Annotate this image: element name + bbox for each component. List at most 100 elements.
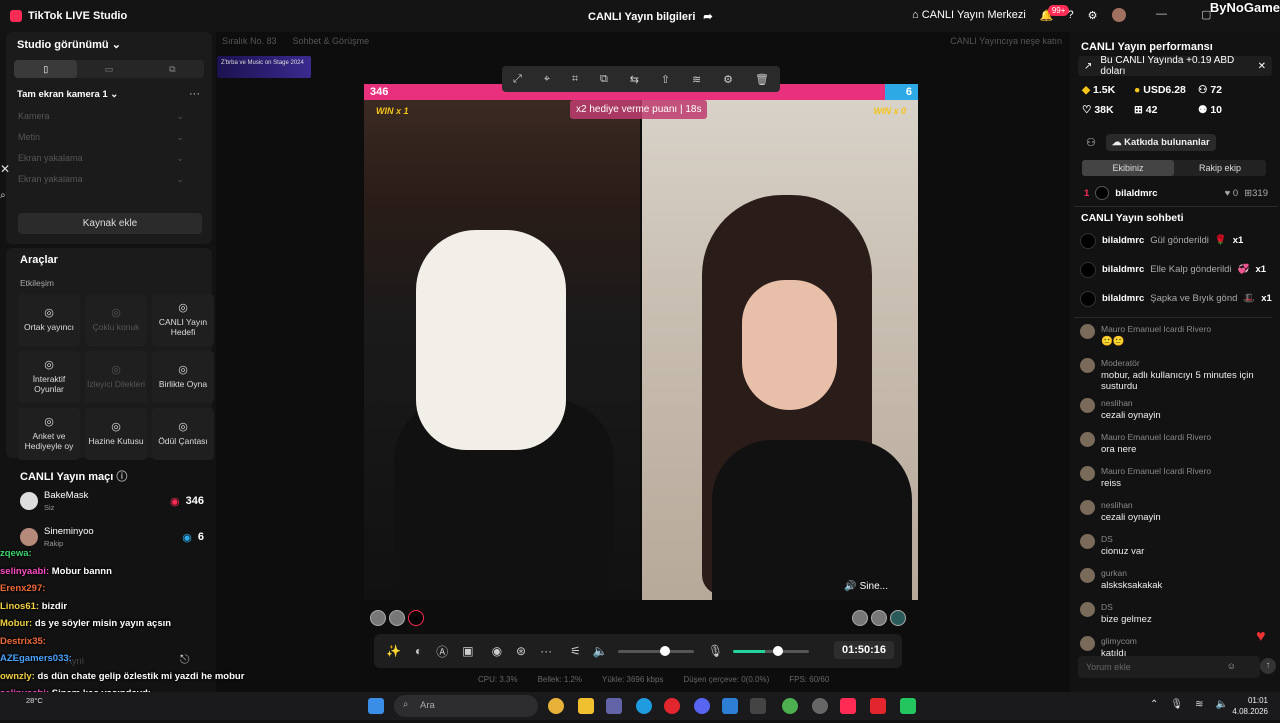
tool-treasure[interactable]: ◎Hazine Kutusu	[85, 408, 147, 460]
landscape-icon[interactable]: ▭	[77, 60, 140, 78]
teams-icon[interactable]	[606, 698, 622, 714]
tool-users[interactable]: ◎Çoklu konuk	[85, 294, 147, 346]
source-item[interactable]: Ekran yakalama⌄	[6, 169, 196, 190]
trash-icon[interactable]: 🗑	[755, 73, 769, 86]
mic-icon[interactable]: 🎙	[1170, 699, 1183, 710]
avatar[interactable]	[1112, 8, 1126, 22]
contributor-row[interactable]: 1 bilaldmrc ♥ 0 ⊞319	[1084, 186, 1268, 200]
volume-slider[interactable]	[618, 650, 694, 653]
more-icon[interactable]: ···	[189, 88, 200, 100]
tool-gift[interactable]: ◎İzleyici Dilekleri	[85, 351, 147, 403]
chat-user[interactable]: neslihan	[1101, 500, 1161, 510]
multi-icon[interactable]: ⧉	[141, 60, 204, 78]
avatar[interactable]	[408, 610, 424, 626]
copy-icon[interactable]: ⧉	[600, 73, 608, 86]
folder-icon[interactable]	[578, 698, 594, 714]
avatar[interactable]	[890, 610, 906, 626]
bell-icon[interactable]: 🔔99+	[1040, 9, 1054, 22]
system-tray[interactable]: ⌃ 🎙 ≋ 🔈	[1150, 699, 1228, 710]
chrome-icon[interactable]	[782, 698, 798, 714]
youtube-icon[interactable]	[870, 698, 886, 714]
chat-user[interactable]: neslihan	[1101, 398, 1161, 408]
beauty-icon[interactable]: ◐	[415, 644, 422, 658]
chevron-up-icon[interactable]: ⌃	[1150, 699, 1158, 710]
screen-icon[interactable]: ▣	[462, 644, 473, 658]
speaker-icon[interactable]: 🔈	[593, 644, 608, 658]
mic-knob[interactable]	[773, 646, 783, 656]
mic-slider[interactable]	[733, 650, 809, 653]
weather-widget[interactable]: 28°C	[26, 696, 43, 705]
tab-rival-team[interactable]: Rakip ekip	[1174, 160, 1266, 176]
live-info-button[interactable]: CANLI Yayın bilgileri ➦	[588, 10, 713, 23]
tiktok-icon[interactable]	[840, 698, 856, 714]
close-icon[interactable]: ✕	[0, 162, 10, 176]
orientation-toggle[interactable]: ▯ ▭ ⧉	[14, 60, 204, 78]
add-source-button[interactable]: Kaynak ekle	[18, 213, 202, 234]
layers-icon[interactable]: ≋	[692, 73, 701, 86]
effects-icon[interactable]: ✨	[386, 644, 401, 658]
send-icon[interactable]: ↑	[1260, 658, 1276, 674]
clock[interactable]: 01:014.08.2026	[1232, 695, 1268, 717]
tool-link[interactable]: ◎Ortak yayıncı	[18, 294, 80, 346]
contributors-button[interactable]: ☁ Katkıda bulunanlar	[1106, 134, 1216, 151]
discord-icon[interactable]	[694, 698, 710, 714]
mixer-icon[interactable]: ⚟	[570, 644, 581, 658]
source-item[interactable]: Metin⌄	[6, 127, 196, 148]
chat-user[interactable]: DS	[1101, 602, 1152, 612]
avatar[interactable]	[852, 610, 868, 626]
center-icon[interactable]: ⌖	[544, 73, 550, 86]
app-icon[interactable]	[812, 698, 828, 714]
more-icon[interactable]: ···	[540, 644, 552, 658]
tab-our-team[interactable]: Ekibiniz	[1082, 160, 1174, 176]
chat-user[interactable]: Mauro Emanuel Icardi Rivero	[1101, 324, 1211, 334]
avatar[interactable]	[871, 610, 887, 626]
volume-icon[interactable]: 🔈	[1215, 699, 1227, 710]
scene-dropdown[interactable]: Tam ekran kamera 1 ⌄	[17, 89, 118, 100]
portrait-icon[interactable]: ▯	[14, 60, 77, 78]
live-center-button[interactable]: ⌂ CANLI Yayın Merkezi	[912, 9, 1026, 21]
studio-view-dropdown[interactable]: Studio görünümü ⌄	[17, 38, 121, 51]
tool-target[interactable]: ◎CANLI Yayın Hedefi	[152, 294, 214, 346]
layer-up-icon[interactable]: ⇧	[661, 73, 670, 86]
source-item[interactable]: Kamera⌄	[6, 106, 196, 127]
chat-user[interactable]: Mauro Emanuel Icardi Rivero	[1101, 466, 1211, 476]
search-icon[interactable]: ⌕	[0, 190, 6, 201]
source-item[interactable]: Ekran yakalama⌄	[6, 148, 196, 169]
store-icon[interactable]	[750, 698, 766, 714]
chat-user[interactable]: Mauro Emanuel Icardi Rivero	[1101, 432, 1211, 442]
tool-gamepad[interactable]: ◎İnteraktif Oyunlar	[18, 351, 80, 403]
settings-icon[interactable]: ⚙	[1088, 9, 1098, 22]
info-icon[interactable]: ⓘ	[116, 471, 127, 483]
minimize-icon[interactable]: —	[1156, 8, 1167, 21]
volume-knob[interactable]	[660, 646, 670, 656]
chat-user[interactable]: glimycom	[1101, 636, 1137, 646]
avatar[interactable]	[370, 610, 386, 626]
earnings-banner[interactable]: ↗ Bu CANLI Yayında +0.19 ABD doları ✕	[1078, 56, 1272, 76]
chrome-icon[interactable]	[548, 698, 564, 714]
ai-icon[interactable]: Ⓐ	[436, 643, 448, 660]
wifi-icon[interactable]: ≋	[1195, 699, 1203, 710]
tool-poll[interactable]: ◎Anket ve Hediyeyle oy	[18, 408, 80, 460]
mail-icon[interactable]	[722, 698, 738, 714]
avatar[interactable]	[389, 610, 405, 626]
opponent-tag[interactable]: 🔊 Sine...	[844, 581, 888, 592]
settings-icon[interactable]: ⚙	[723, 73, 733, 86]
tool-play-together[interactable]: ◎Birlikte Oyna	[152, 351, 214, 403]
chat-user[interactable]: DS	[1101, 534, 1144, 544]
crop-icon[interactable]: ⌗	[572, 73, 578, 86]
mic-icon[interactable]: 🎙	[708, 644, 723, 658]
comment-input[interactable]: Yorum ekle☺↑	[1078, 656, 1260, 678]
close-icon[interactable]: ✕	[1258, 61, 1266, 72]
chat-user[interactable]: Moderatör	[1101, 358, 1272, 368]
tool-bag[interactable]: ◎Ödül Çantası	[152, 408, 214, 460]
edge-icon[interactable]	[636, 698, 652, 714]
emoji-icon[interactable]: ☺	[1227, 661, 1236, 671]
opera-icon[interactable]	[664, 698, 680, 714]
add-user-icon[interactable]: ⚇	[1086, 136, 1096, 149]
app-icon[interactable]	[900, 698, 916, 714]
event-banner[interactable]: Z'brba ve Music on Stage 2024	[217, 56, 311, 78]
fit-icon[interactable]: ⤢	[513, 73, 522, 86]
flip-icon[interactable]: ⇆	[630, 73, 639, 86]
record-icon[interactable]: ◉	[492, 644, 502, 658]
camera-settings-icon[interactable]: ⊛	[516, 644, 526, 658]
